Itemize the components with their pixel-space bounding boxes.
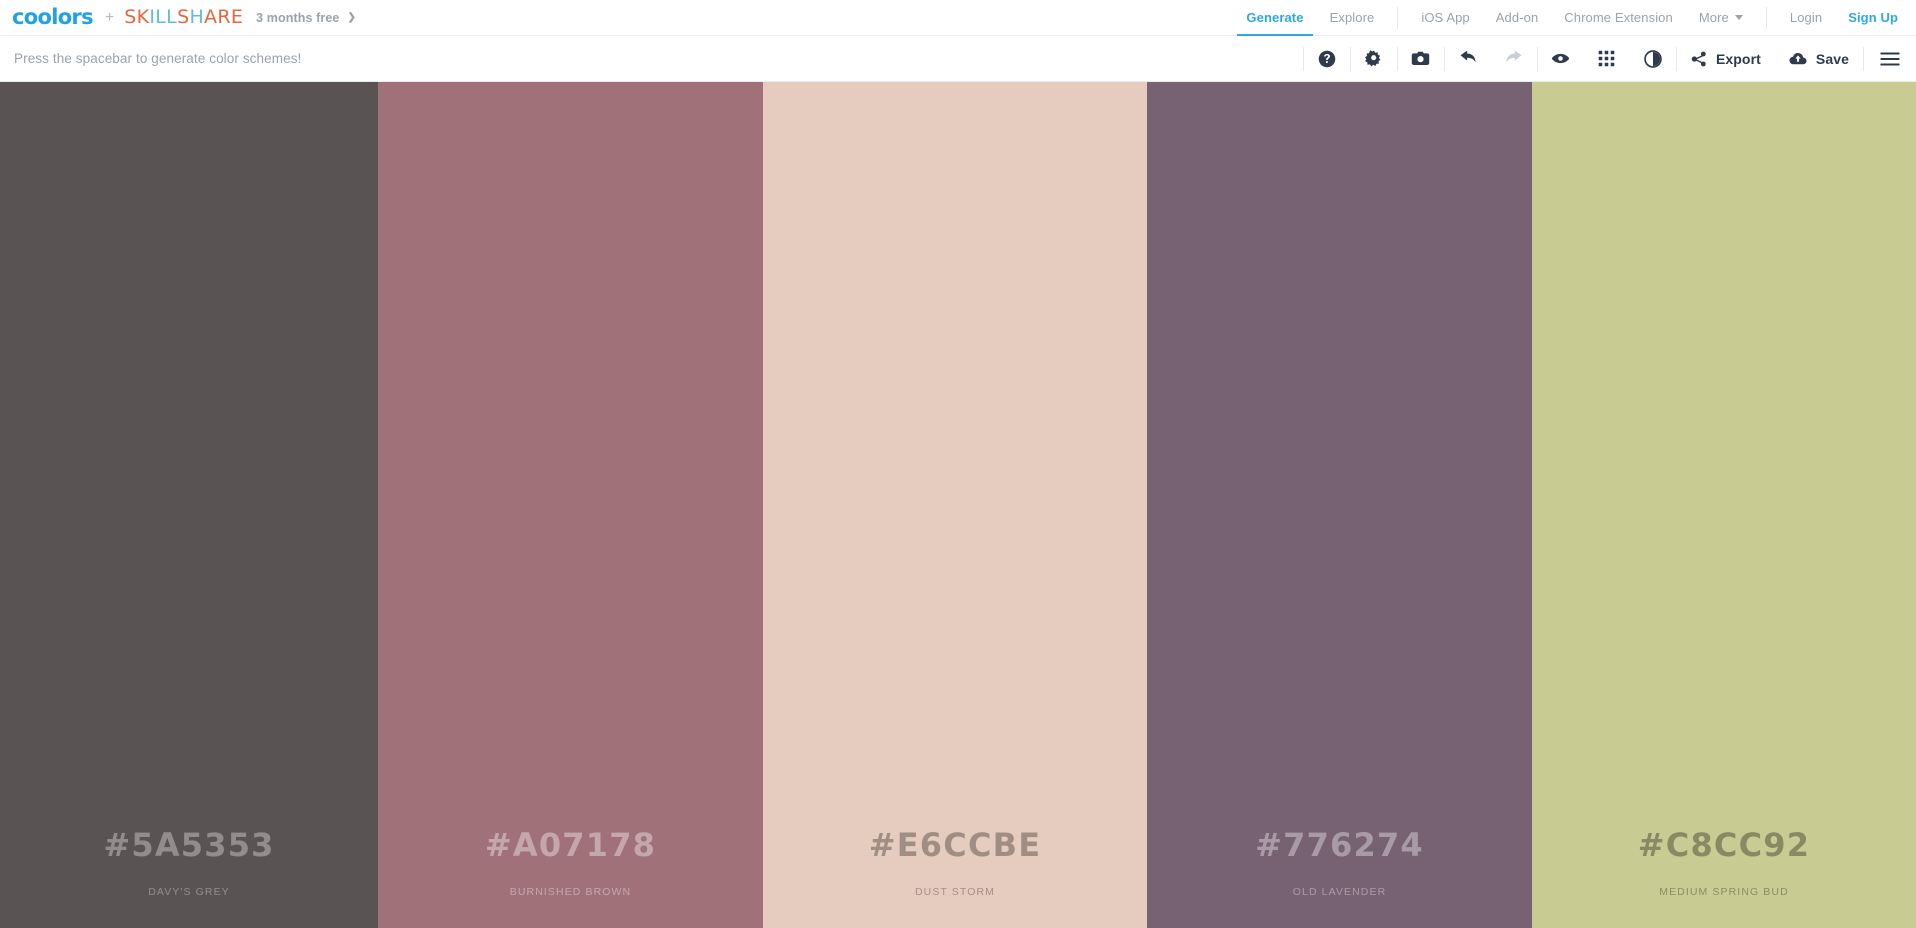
nav-item-chrome-extension[interactable]: Chrome Extension [1551,0,1686,36]
nav-item-explore[interactable]: Explore [1317,0,1388,36]
color-swatch[interactable]: #A07178 BURNISHED BROWN [378,82,763,928]
grid-icon[interactable] [1584,36,1630,82]
nav-label-chrome-extension: Chrome Extension [1564,10,1673,25]
color-swatch[interactable]: #776274 OLD LAVENDER [1147,82,1532,928]
nav-item-generate[interactable]: Generate [1233,0,1316,36]
skillshare-letter-3: L [155,6,167,28]
chevron-right-icon[interactable]: ❯ [347,12,355,23]
nav-divider-1 [1397,6,1399,29]
camera-icon[interactable] [1398,36,1444,82]
skillshare-letter-4: L [166,6,178,28]
swatch-color-name: DAVY'S GREY [148,885,230,898]
skillshare-letter-9: E [230,6,244,28]
contrast-icon[interactable] [1630,36,1676,82]
cloud-upload-icon [1789,50,1807,68]
save-button[interactable]: Save [1775,36,1863,82]
swatch-color-name: BURNISHED BROWN [509,885,632,898]
export-label: Export [1715,50,1761,67]
skillshare-letter-1: K [136,6,150,28]
nav-label-add-on: Add-on [1495,10,1539,25]
nav-label-login: Login [1789,10,1823,25]
undo-icon[interactable] [1445,36,1491,82]
brand-zone: coolors + SKILLSHARE 3 months free ❯ [0,7,356,28]
swatch-hex-value[interactable]: #776274 [1255,829,1424,861]
skillshare-letter-8: R [217,6,231,28]
nav-label-ios-app: iOS App [1421,10,1470,25]
export-button[interactable]: Export [1677,36,1775,82]
nav-item-more[interactable]: More [1686,0,1756,36]
nav-links: Generate Explore iOS App Add-on Chrome E… [1233,0,1916,36]
nav-label-explore: Explore [1329,10,1375,25]
nav-label-sign-up: Sign Up [1848,10,1898,25]
top-navigation-bar: coolors + SKILLSHARE 3 months free ❯ Gen… [0,0,1916,36]
skillshare-partner-logo[interactable]: SKILLSHARE [124,8,243,27]
nav-label-more: More [1698,10,1729,25]
swatch-color-name: OLD LAVENDER [1292,885,1387,898]
swatch-color-name: DUST STORM [914,885,996,898]
swatch-hex-value[interactable]: #A07178 [485,829,656,861]
skillshare-letter-7: A [204,6,218,28]
redo-icon [1491,36,1537,82]
chevron-down-icon [1734,15,1743,20]
skillshare-letter-5: S [177,6,190,28]
swatch-hex-value[interactable]: #E6CCBE [869,829,1042,861]
nav-label-generate: Generate [1246,10,1304,25]
nav-item-ios-app[interactable]: iOS App [1408,0,1482,36]
nav-item-sign-up[interactable]: Sign Up [1835,0,1916,36]
share-icon [1691,51,1707,67]
plus-separator: + [104,8,115,26]
color-palette: #5A5353 DAVY'S GREY #A07178 BURNISHED BROWN… [0,82,1916,928]
nav-item-add-on[interactable]: Add-on [1483,0,1552,36]
toolbar-right-group: Export Save [1302,36,1916,82]
swatch-color-name: MEDIUM SPRING BUD [1659,885,1789,898]
gear-icon[interactable] [1351,36,1397,82]
coolors-logo[interactable]: coolors [12,7,94,28]
eye-icon[interactable] [1538,36,1584,82]
color-swatch[interactable]: #C8CC92 MEDIUM SPRING BUD [1532,82,1916,928]
color-swatch[interactable]: #5A5353 DAVY'S GREY [0,82,378,928]
color-swatch[interactable]: #E6CCBE DUST STORM [763,82,1147,928]
skillshare-letter-0: S [124,6,137,28]
nav-item-login[interactable]: Login [1777,0,1835,36]
skillshare-letter-6: H [189,6,205,28]
promo-text[interactable]: 3 months free [256,11,339,25]
swatch-hex-value[interactable]: #5A5353 [103,829,274,861]
nav-divider-2 [1765,6,1767,29]
save-label: Save [1815,50,1849,67]
help-icon[interactable] [1304,36,1350,82]
spacebar-hint-text: Press the spacebar to generate color sch… [14,51,302,66]
swatch-hex-value[interactable]: #C8CC92 [1638,829,1810,861]
hamburger-menu-icon[interactable] [1864,36,1916,82]
editor-toolbar: Press the spacebar to generate color sch… [0,36,1916,82]
